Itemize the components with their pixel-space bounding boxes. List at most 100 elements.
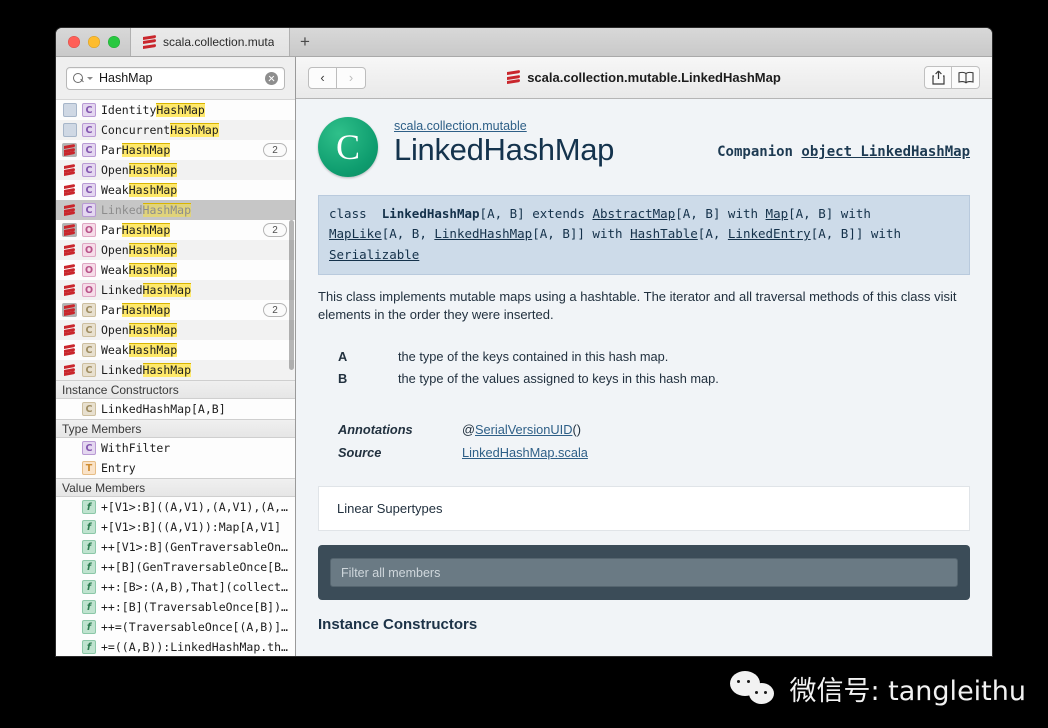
new-tab-button[interactable]: + <box>290 28 320 56</box>
signature-link-abstractmap[interactable]: AbstractMap <box>592 206 675 221</box>
filter-members-input[interactable]: Filter all members <box>330 558 958 588</box>
kind-icon: O <box>82 223 96 237</box>
sidebar-list-item[interactable]: C ParHashMap 2 <box>56 140 295 160</box>
sidebar-list-item[interactable]: O ParHashMap 2 <box>56 220 295 240</box>
class-signature: class LinkedHashMap[A, B] extends Abstra… <box>318 195 970 275</box>
search-field[interactable]: HashMap <box>66 66 285 90</box>
sidebar-member-item[interactable]: f +[V1>:B]((A,V1),(A,V1),(A,V… <box>56 497 295 517</box>
sidebar-item-label: WeakHashMap <box>101 183 178 197</box>
sidebar-item-label: ++[V1>:B](GenTraversableOnc… <box>101 540 291 554</box>
sidebar-member-item[interactable]: f ++=(TraversableOnce[(A,B)])… <box>56 617 295 637</box>
kind-icon: O <box>82 263 96 277</box>
sidebar-member-item[interactable]: f ++[V1>:B](GenTraversableOnc… <box>56 537 295 557</box>
back-button[interactable]: ‹ <box>308 66 337 89</box>
metadata-value: LinkedHashMap.scala <box>462 441 588 464</box>
signature-link-map[interactable]: Map <box>766 206 789 221</box>
sidebar-list-item[interactable]: C WeakHashMap <box>56 340 295 360</box>
kind-icon: f <box>82 560 96 574</box>
package-link[interactable]: scala.collection.mutable <box>394 119 970 133</box>
signature-link-maplike[interactable]: MapLike <box>329 226 382 241</box>
type-parameters-table: Athe type of the keys contained in this … <box>318 346 970 390</box>
sidebar-item-label: LinkedHashMap <box>101 363 192 377</box>
linear-supertypes-panel[interactable]: Linear Supertypes <box>318 486 970 532</box>
sidebar-item-label: ConcurrentHashMap <box>101 123 219 137</box>
sidebar-list-item[interactable]: C LinkedHashMap <box>56 200 295 220</box>
share-button[interactable] <box>924 66 952 89</box>
content-pane: ‹ › scala.collection.mutable.LinkedHashM… <box>296 57 992 656</box>
sidebar-list-item[interactable]: C OpenHashMap <box>56 320 295 340</box>
metadata-link[interactable]: LinkedHashMap.scala <box>462 445 588 460</box>
type-parameter-row: Athe type of the keys contained in this … <box>318 346 970 368</box>
scala-logo-icon <box>143 34 156 49</box>
scala-flag-icon <box>62 203 77 217</box>
sidebar-item-label: OpenHashMap <box>101 163 178 177</box>
sidebar-scrollbar[interactable] <box>289 100 294 656</box>
sidebar-member-item[interactable]: f +[V1>:B]((A,V1)):Map[A,V1] <box>56 517 295 537</box>
sidebar-scrollbar-thumb[interactable] <box>289 220 294 370</box>
minimize-window-button[interactable] <box>88 36 100 48</box>
sidebar-list-item[interactable]: C ParHashMap 2 <box>56 300 295 320</box>
sidebar-list-item[interactable]: C OpenHashMap <box>56 160 295 180</box>
sidebar-member-item[interactable]: f ++:[B>:(A,B),That](collecti… <box>56 577 295 597</box>
search-input[interactable]: HashMap <box>99 71 262 85</box>
companion-label: Companion <box>717 144 793 160</box>
signature-link-linkedhashmap[interactable]: LinkedHashMap <box>434 226 532 241</box>
kind-icon: f <box>82 540 96 554</box>
companion-object-link[interactable]: object LinkedHashMap <box>801 144 970 160</box>
sidebar-list-item[interactable]: O LinkedHashMap <box>56 280 295 300</box>
close-window-button[interactable] <box>68 36 80 48</box>
doc-toolbar: ‹ › scala.collection.mutable.LinkedHashM… <box>296 57 992 99</box>
sidebar-item-label: Entry <box>101 461 136 475</box>
sidebar-item-label: +[V1>:B]((A,V1),(A,V1),(A,V… <box>101 500 291 514</box>
signature-params: [A, B] extends <box>479 206 593 221</box>
sidebar-member-item[interactable]: C WithFilter <box>56 438 295 458</box>
sidebar-item-label: ParHashMap <box>101 143 171 157</box>
maximize-window-button[interactable] <box>108 36 120 48</box>
sidebar-member-item[interactable]: C LinkedHashMap[A,B] <box>56 399 295 419</box>
watermark-text: 微信号: tangleithu <box>789 676 1027 707</box>
sidebar-list-item[interactable]: C WeakHashMap <box>56 180 295 200</box>
sidebar-list-item[interactable]: O WeakHashMap <box>56 260 295 280</box>
tab-scala-collection-mutable[interactable]: scala.collection.muta <box>130 28 290 56</box>
sidebar-list-item[interactable]: C LinkedHashMap <box>56 360 295 380</box>
signature-link-serializable[interactable]: Serializable <box>329 247 419 262</box>
instance-constructors-heading: Instance Constructors <box>318 616 478 634</box>
kind-icon: C <box>82 402 96 416</box>
kind-icon: C <box>82 441 96 455</box>
sidebar-list-item[interactable]: C ConcurrentHashMap <box>56 120 295 140</box>
signature-link-linkedentry[interactable]: LinkedEntry <box>728 226 811 241</box>
sidebar-item-label: IdentityHashMap <box>101 103 205 117</box>
sidebar-group-header: Instance Constructors <box>56 380 295 399</box>
tab-bar: scala.collection.muta + <box>56 28 992 57</box>
item-count-badge: 2 <box>263 143 287 157</box>
misc-icon <box>62 123 77 137</box>
type-parameter-row: Bthe type of the values assigned to keys… <box>318 368 970 390</box>
chevron-down-icon[interactable] <box>87 76 93 80</box>
scala-flag-icon <box>62 143 77 157</box>
sidebar-member-item[interactable]: T Entry <box>56 458 295 478</box>
window-body: HashMap C IdentityHashMap C ConcurrentHashM… <box>56 57 992 656</box>
signature-link-hashtable[interactable]: HashTable <box>630 226 698 241</box>
sidebar-member-item[interactable]: f ++[B](GenTraversableOnce[B]… <box>56 557 295 577</box>
item-count-badge: 2 <box>263 303 287 317</box>
companion-row: Companion object LinkedHashMap <box>717 144 970 160</box>
clear-search-button[interactable] <box>265 71 278 85</box>
kind-icon: C <box>82 123 96 137</box>
bookmarks-button[interactable] <box>952 66 980 89</box>
doc-page: C scala.collection.mutable LinkedHashMap… <box>296 99 992 656</box>
sidebar-list[interactable]: C IdentityHashMap C ConcurrentHashMap C ParHa… <box>56 100 295 656</box>
signature-class-name: LinkedHashMap <box>381 206 480 221</box>
forward-button[interactable]: › <box>337 66 366 89</box>
sidebar-list-item[interactable]: O OpenHashMap <box>56 240 295 260</box>
sidebar-member-item[interactable]: f ++:[B](TraversableOnce[B]):… <box>56 597 295 617</box>
signature-line2-b: [A, B]] with <box>532 226 631 242</box>
sidebar-member-item[interactable]: f +=((A,B)):LinkedHashMap.thi… <box>56 637 295 656</box>
sidebar-item-label: ++:[B>:(A,B),That](collecti… <box>101 580 291 594</box>
doc-header-text: scala.collection.mutable LinkedHashMap <box>394 117 970 168</box>
metadata-key: Annotations <box>338 421 413 437</box>
metadata-link[interactable]: SerialVersionUID <box>475 422 572 437</box>
type-parameter-name: A <box>338 348 348 364</box>
kind-icon: C <box>82 103 96 117</box>
signature-line2-a: [A, B, <box>381 226 435 242</box>
sidebar-list-item[interactable]: C IdentityHashMap <box>56 100 295 120</box>
